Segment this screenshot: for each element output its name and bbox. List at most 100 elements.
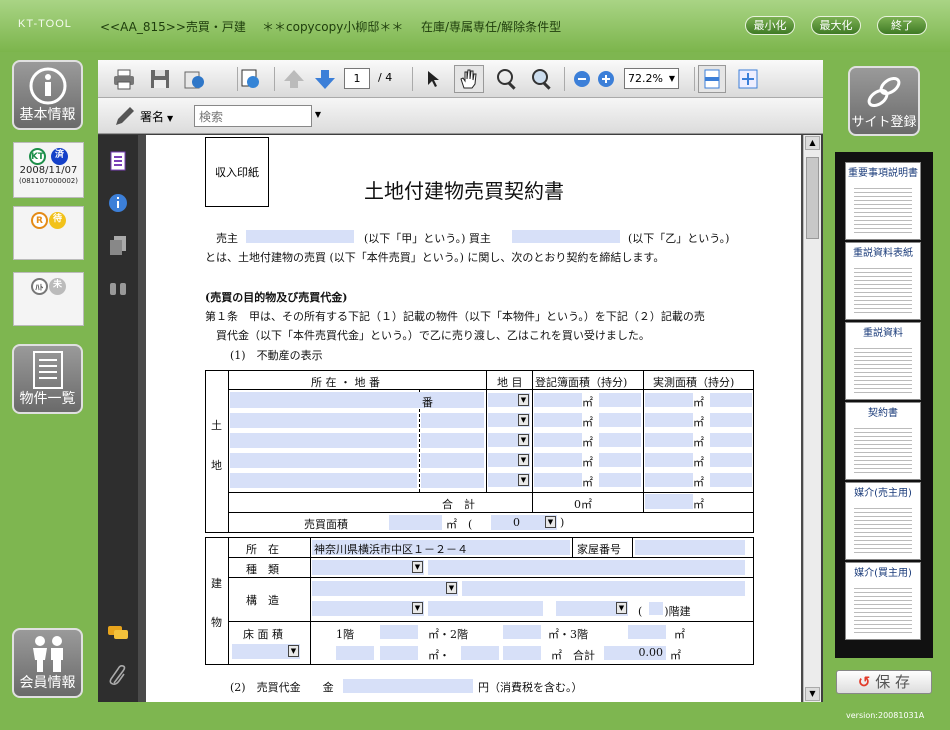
paperclip-icon[interactable] <box>108 665 128 687</box>
registered-area-field[interactable] <box>534 453 582 467</box>
land-category-select[interactable]: ▼ <box>488 453 530 467</box>
actual-area-field[interactable] <box>645 413 693 427</box>
kt-status-card[interactable]: KT 済 2008/11/07 (081107000002) <box>13 142 84 198</box>
land-category-select[interactable]: ▼ <box>488 413 530 427</box>
actual-area-field[interactable] <box>645 393 693 407</box>
basic-info-button[interactable]: 基本情報 <box>12 60 83 130</box>
land-category-select[interactable]: ▼ <box>488 473 530 487</box>
site-register-button[interactable]: サイト登録 <box>848 66 920 136</box>
thumbnail-item[interactable]: 契約書 <box>845 402 921 480</box>
share-icon[interactable] <box>182 67 206 91</box>
land-number-field[interactable] <box>421 453 484 468</box>
registered-share-field[interactable] <box>599 453 641 467</box>
pages-panel-icon[interactable] <box>109 151 127 171</box>
registered-share-field[interactable] <box>599 473 641 487</box>
floor-area-field[interactable] <box>461 646 499 660</box>
seller-field[interactable] <box>246 230 354 243</box>
binoculars-icon[interactable] <box>108 279 128 299</box>
prev-page-icon[interactable] <box>282 67 306 91</box>
actual-area-field[interactable] <box>645 453 693 467</box>
actual-area-field[interactable] <box>645 473 693 487</box>
fit-width-button[interactable] <box>698 65 726 93</box>
exit-button[interactable]: 終了 <box>877 16 927 35</box>
hand-tool-button[interactable] <box>454 65 484 93</box>
thumbnail-item[interactable]: 重説資料表紙 <box>845 242 921 320</box>
actual-share-field[interactable] <box>710 413 752 427</box>
member-info-button[interactable]: 会員情報 <box>12 628 83 698</box>
floor-2-area-field[interactable] <box>503 625 541 639</box>
land-location-field[interactable] <box>230 413 417 428</box>
registered-area-field[interactable] <box>534 413 582 427</box>
thumbnail-item[interactable]: 媒介(売主用) <box>845 482 921 560</box>
ha-status-card[interactable]: ﾊﾄ 未 <box>13 272 84 326</box>
land-location-field[interactable] <box>230 433 417 448</box>
registered-share-field[interactable] <box>599 413 641 427</box>
thumbnail-item[interactable]: 重説資料 <box>845 322 921 400</box>
save-button[interactable]: ↺ 保 存 <box>836 670 932 694</box>
sign-menu[interactable]: 署名 ▼ <box>140 108 173 125</box>
building-kind-field[interactable] <box>428 560 745 575</box>
attachments-panel-icon[interactable] <box>108 235 128 257</box>
thumbnail-item[interactable]: 媒介(買主用) <box>845 562 921 640</box>
land-number-field[interactable] <box>421 433 484 448</box>
land-category-select[interactable]: ▼ <box>488 393 530 407</box>
floor-area-field[interactable] <box>380 646 418 660</box>
price-field[interactable] <box>343 679 473 693</box>
review-icon[interactable] <box>238 67 262 91</box>
land-location-field[interactable] <box>230 473 417 488</box>
next-page-icon[interactable] <box>313 67 337 91</box>
zoom-out-icon[interactable] <box>570 67 594 91</box>
fullscreen-icon[interactable] <box>736 67 760 91</box>
registered-area-field[interactable] <box>534 433 582 447</box>
land-location-field[interactable] <box>230 453 417 468</box>
zoom-field[interactable]: 72.2% ▼ <box>624 68 679 89</box>
buyer-field[interactable] <box>512 230 620 243</box>
structure-field[interactable] <box>462 581 745 596</box>
thumbnail-item[interactable]: 重要事項説明書 <box>845 162 921 240</box>
scroll-up-icon[interactable]: ▲ <box>805 136 820 150</box>
print-icon[interactable] <box>112 67 136 91</box>
land-location-field[interactable] <box>230 392 484 408</box>
property-list-button[interactable]: 物件一覧 <box>12 344 83 414</box>
save-icon[interactable] <box>148 67 172 91</box>
land-category-select[interactable]: ▼ <box>488 433 530 447</box>
vertical-scrollbar[interactable]: ▲ ▼ <box>803 135 821 702</box>
floor-area-field[interactable] <box>503 646 541 660</box>
floor-area-select[interactable]: ▼ <box>232 644 300 659</box>
select-text-icon[interactable] <box>422 67 446 91</box>
house-number-field[interactable] <box>635 540 745 555</box>
sale-area-field[interactable] <box>389 515 442 530</box>
dynamic-zoom-icon[interactable] <box>530 67 554 91</box>
scroll-down-icon[interactable]: ▼ <box>805 687 820 701</box>
scrollbar-thumb[interactable] <box>806 157 819 239</box>
actual-share-field[interactable] <box>710 453 752 467</box>
building-kind-select[interactable]: ▼ <box>312 560 424 575</box>
floor-3-area-field[interactable] <box>628 625 666 639</box>
r-status-card[interactable]: R 待 <box>13 206 84 260</box>
floor-area-total-field[interactable]: 0.00 <box>604 646 666 660</box>
page-number-input[interactable]: 1 <box>344 68 370 89</box>
search-field[interactable] <box>195 107 295 127</box>
search-input[interactable]: ▼ <box>194 105 321 127</box>
actual-share-field[interactable] <box>710 433 752 447</box>
actual-share-field[interactable] <box>710 473 752 487</box>
actual-share-field[interactable] <box>710 393 752 407</box>
actual-area-field[interactable] <box>645 433 693 447</box>
maximize-button[interactable]: 最大化 <box>811 16 861 35</box>
structure-field-2[interactable] <box>428 601 543 616</box>
building-location-field[interactable]: 神奈川県横浜市中区１－２－４ <box>312 540 570 556</box>
sale-share-select[interactable]: 0 ▼ <box>491 515 557 530</box>
zoom-in-icon[interactable] <box>594 67 618 91</box>
land-number-field[interactable] <box>421 473 484 488</box>
registered-share-field[interactable] <box>599 433 641 447</box>
registered-share-field[interactable] <box>599 393 641 407</box>
registered-area-field[interactable] <box>534 393 582 407</box>
marquee-zoom-icon[interactable] <box>495 67 519 91</box>
floor-area-field[interactable] <box>336 646 374 660</box>
total-actual-field[interactable] <box>645 494 693 509</box>
floor-1-area-field[interactable] <box>380 625 418 639</box>
comments-icon[interactable] <box>106 623 130 643</box>
structure-select-2[interactable]: ▼ <box>312 601 424 616</box>
floors-field[interactable] <box>649 602 663 615</box>
registered-area-field[interactable] <box>534 473 582 487</box>
